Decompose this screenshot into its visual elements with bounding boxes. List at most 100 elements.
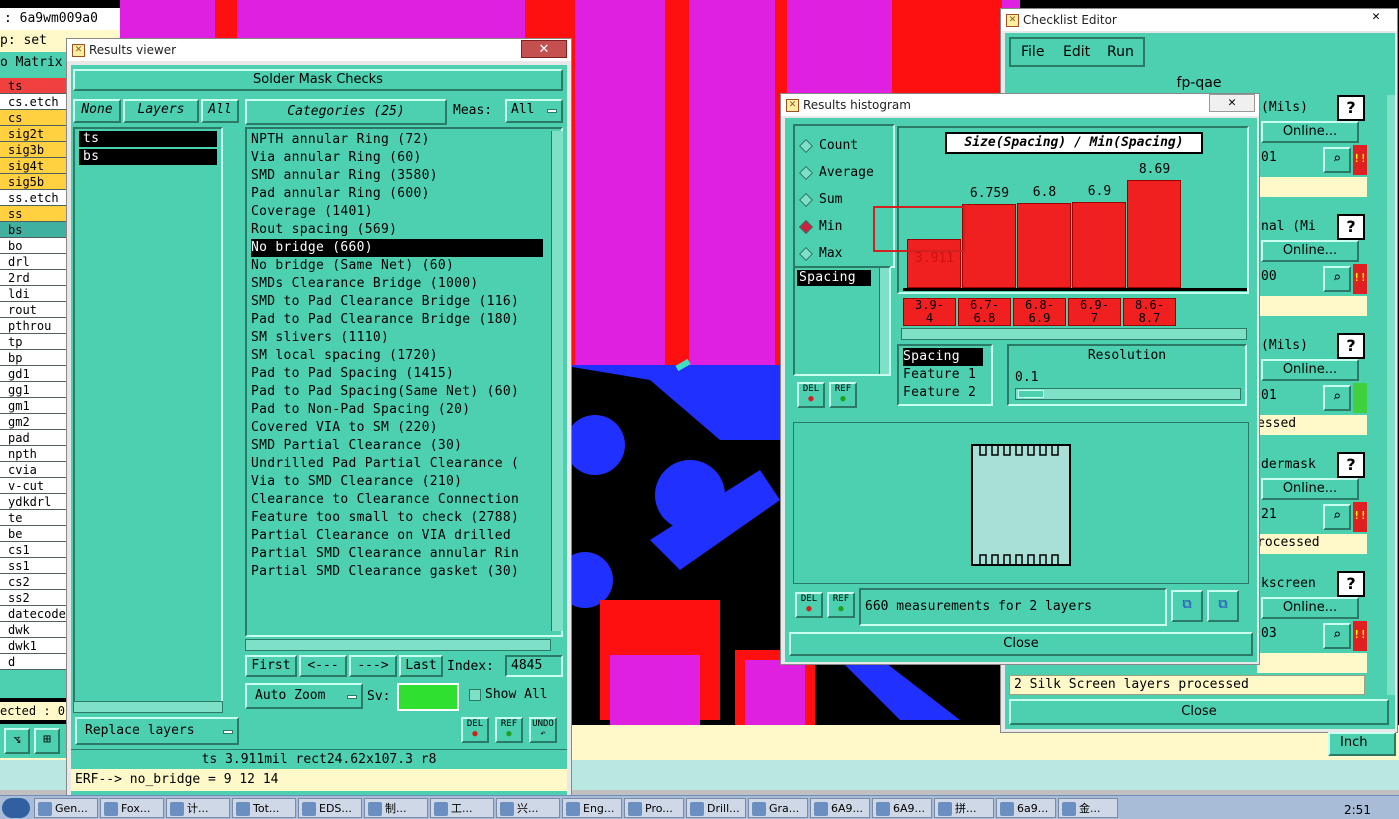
layer-cvia[interactable]: cvia (0, 462, 66, 478)
sort-listbox[interactable]: Spacing Feature 1 Feature 2 (897, 344, 993, 406)
category-item[interactable]: Partial Clearance on VIA drilled (251, 527, 543, 545)
sort-item-spacing[interactable]: Spacing (903, 348, 983, 366)
magnifier-icon[interactable]: ⌕ (1323, 623, 1351, 649)
menu-edit[interactable]: Edit (1063, 39, 1090, 65)
prev-button[interactable]: <--- (299, 655, 347, 677)
category-item[interactable]: No bridge (Same Net) (60) (251, 257, 543, 275)
layer-cs[interactable]: cs (0, 110, 66, 126)
taskbar-item[interactable]: 工... (430, 798, 494, 818)
help-icon[interactable]: ? (1337, 214, 1365, 240)
layer-cs1[interactable]: cs1 (0, 542, 66, 558)
show-all-checkbox[interactable] (469, 689, 481, 701)
menu-file[interactable]: File (1021, 39, 1044, 65)
grid-tool-icon[interactable]: ⊞ (34, 728, 60, 754)
menu-run[interactable]: Run (1107, 39, 1134, 65)
layer-gm1[interactable]: gm1 (0, 398, 66, 414)
layer-tp[interactable]: tp (0, 334, 66, 350)
layer-v-cut[interactable]: v-cut (0, 478, 66, 494)
taskbar-item[interactable]: 6A9... (810, 798, 870, 818)
checklist-vscroll[interactable] (1387, 95, 1395, 695)
auto-zoom-select[interactable]: Auto Zoom (245, 683, 363, 709)
layer-datecode[interactable]: datecode (0, 606, 66, 622)
layers-listbox[interactable]: ts bs (73, 127, 223, 703)
clock[interactable]: 2:51 (1344, 803, 1371, 817)
taskbar-item[interactable]: Pro... (624, 798, 684, 818)
layer-ts[interactable]: ts (0, 78, 66, 94)
histogram-titlebar[interactable]: ✕ Results histogram (781, 94, 1259, 116)
category-item[interactable]: Pad annular Ring (600) (251, 185, 543, 203)
category-item[interactable]: Pad to Pad Spacing (1415) (251, 365, 543, 383)
category-item[interactable]: Partial SMD Clearance annular Rin (251, 545, 543, 563)
zoom-in-feature-icon[interactable]: ⧉ (1171, 590, 1203, 622)
sv-color-select[interactable] (397, 683, 459, 711)
checklist-close-button[interactable]: Close (1009, 699, 1389, 725)
online-button[interactable]: Online... (1261, 478, 1359, 500)
category-item[interactable]: Undrilled Pad Partial Clearance ( (251, 455, 543, 473)
histogram-bar[interactable] (962, 204, 1016, 288)
layer-dwk1[interactable]: dwk1 (0, 638, 66, 654)
help-icon[interactable]: ? (1337, 452, 1365, 478)
first-button[interactable]: First (245, 655, 297, 677)
taskbar-item[interactable]: 拼... (934, 798, 994, 818)
category-item[interactable]: No bridge (660) (251, 239, 543, 257)
sort-item-feature2[interactable]: Feature 2 (903, 384, 991, 402)
layer-sig4t[interactable]: sig4t (0, 158, 66, 174)
histogram-bar[interactable] (1127, 180, 1181, 288)
measure-item-spacing[interactable]: Spacing (797, 270, 871, 286)
layer-2rd[interactable]: 2rd (0, 270, 66, 286)
categories-button[interactable]: Categories (25) (245, 99, 447, 125)
category-item[interactable]: SM slivers (1110) (251, 329, 543, 347)
category-item[interactable]: Via to SMD Clearance (210) (251, 473, 543, 491)
option-count[interactable]: Count (798, 132, 893, 159)
del-button[interactable]: DEL ● (461, 717, 489, 743)
sort-item-feature1[interactable]: Feature 1 (903, 366, 991, 384)
hist-ref-button[interactable]: REF ● (829, 382, 857, 408)
layer-item-bs[interactable]: bs (79, 149, 217, 165)
help-icon[interactable]: ? (1337, 571, 1365, 597)
online-button[interactable]: Online... (1261, 240, 1359, 262)
category-item[interactable]: Feature too small to check (2788) (251, 509, 543, 527)
layer-pad[interactable]: pad (0, 430, 66, 446)
categories-vscroll[interactable] (551, 131, 563, 631)
layer-dwk[interactable]: dwk (0, 622, 66, 638)
category-item[interactable]: SMD Partial Clearance (30) (251, 437, 543, 455)
category-item[interactable]: SM local spacing (1720) (251, 347, 543, 365)
layer-cs-etch[interactable]: cs.etch (0, 94, 66, 110)
layer-gd1[interactable]: gd1 (0, 366, 66, 382)
next-button[interactable]: ---> (349, 655, 397, 677)
close-icon[interactable]: ✕ (521, 40, 567, 58)
categories-listbox[interactable]: NPTH annular Ring (72) Via annular Ring (… (245, 127, 563, 637)
layer-bs[interactable]: bs (0, 222, 66, 238)
layer-gm2[interactable]: gm2 (0, 414, 66, 430)
taskbar-item[interactable]: 金... (1058, 798, 1118, 818)
all-layers-button[interactable]: All (201, 99, 239, 123)
undo-button[interactable]: UNDO ↶ (529, 717, 557, 743)
replace-layers-select[interactable]: Replace layers (75, 717, 239, 745)
checklist-titlebar[interactable]: ✕ Checklist Editor (1001, 9, 1397, 31)
zoom-out-feature-icon[interactable]: ⧉ (1207, 590, 1239, 622)
layer-sig5b[interactable]: sig5b (0, 174, 66, 190)
ref-button[interactable]: REF ● (495, 717, 523, 743)
histogram-bar[interactable] (1072, 202, 1126, 288)
category-item[interactable]: Pad to Pad Spacing(Same Net) (60) (251, 383, 543, 401)
taskbar-item[interactable]: Fox... (100, 798, 164, 818)
category-item[interactable]: Partial SMD Clearance gasket (30) (251, 563, 543, 581)
category-item[interactable]: Rout spacing (569) (251, 221, 543, 239)
magnifier-icon[interactable]: ⌕ (1323, 147, 1351, 173)
online-button[interactable]: Online... (1261, 121, 1359, 143)
layer-sig2t[interactable]: sig2t (0, 126, 66, 142)
layer-ss-etch[interactable]: ss.etch (0, 190, 66, 206)
layer-bp[interactable]: bp (0, 350, 66, 366)
help-icon[interactable]: ? (1337, 95, 1365, 121)
category-item[interactable]: SMD annular Ring (3580) (251, 167, 543, 185)
histogram-bar[interactable] (1017, 203, 1071, 288)
chart-hscroll[interactable] (901, 328, 1247, 340)
taskbar-item[interactable]: Tot... (232, 798, 296, 818)
histogram-close-button[interactable]: Close (789, 632, 1253, 656)
help-icon[interactable]: ? (1337, 333, 1365, 359)
taskbar-item[interactable]: 计... (166, 798, 230, 818)
layer-sig3b[interactable]: sig3b (0, 142, 66, 158)
layer-ss1[interactable]: ss1 (0, 558, 66, 574)
taskbar-item[interactable]: EDS... (298, 798, 362, 818)
layer-be[interactable]: be (0, 526, 66, 542)
